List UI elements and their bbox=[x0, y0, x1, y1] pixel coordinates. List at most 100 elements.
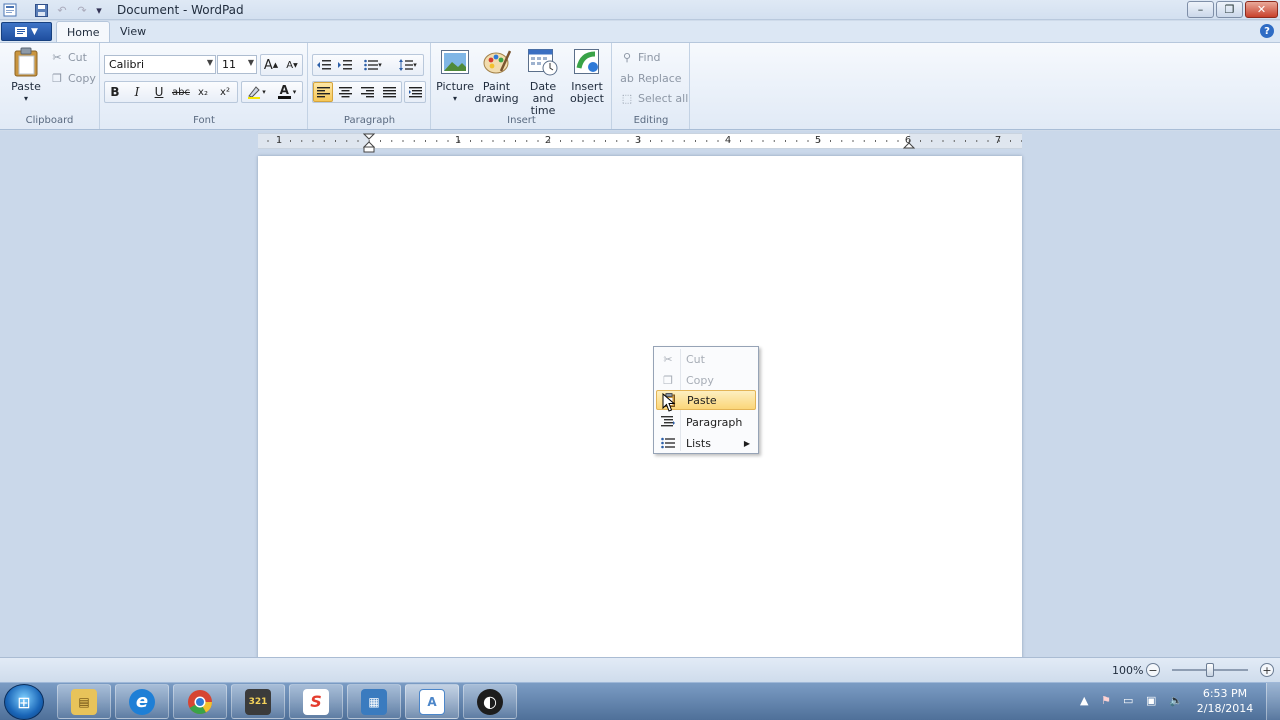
taskbar-video-app[interactable]: 321 bbox=[231, 684, 285, 719]
taskbar: ⊞ ▤ e 321 S ▦ A ◐ ▲ ⚑ ▭ ▣ 🔈 6:53 PM 2/18… bbox=[0, 682, 1280, 720]
highlight-color-button[interactable]: ▾ bbox=[242, 82, 270, 102]
superscript-button[interactable]: x² bbox=[215, 82, 235, 102]
grow-font-button[interactable]: A ▲ bbox=[261, 55, 281, 75]
strikethrough-button[interactable]: abc bbox=[171, 82, 191, 102]
font-color-icon: A bbox=[277, 83, 291, 99]
network-icon[interactable]: ▣ bbox=[1146, 694, 1156, 707]
minimize-button[interactable]: – bbox=[1187, 1, 1214, 18]
taskbar-screen-recorder[interactable]: S bbox=[289, 684, 343, 719]
ruler-number: 3 bbox=[634, 135, 642, 146]
chevron-down-icon: ▾ bbox=[292, 88, 297, 96]
paint-palette-icon bbox=[482, 47, 512, 77]
picture-label: Picture bbox=[436, 80, 474, 93]
ruler[interactable]: 1 1 2 3 4 5 6 7 bbox=[258, 133, 1022, 153]
context-menu-lists[interactable]: Lists ▶ bbox=[656, 433, 756, 453]
chevron-down-icon: ▾ bbox=[262, 88, 266, 96]
font-size-value: 11 bbox=[222, 58, 236, 71]
taskbar-chrome[interactable] bbox=[173, 684, 227, 719]
bullets-button[interactable]: ▾ bbox=[358, 55, 388, 75]
copy-icon: ❐ bbox=[52, 71, 62, 85]
font-color-button[interactable]: A ▾ bbox=[272, 82, 302, 102]
wordpad-icon: A bbox=[419, 688, 445, 715]
zoom-out-button[interactable]: − bbox=[1146, 663, 1160, 677]
replace-icon: ab bbox=[620, 71, 634, 85]
document-menu-icon bbox=[15, 26, 28, 37]
redo-icon[interactable]: ↷ bbox=[74, 2, 90, 18]
taskbar-explorer[interactable]: ▤ bbox=[57, 684, 111, 719]
chevron-down-icon: ▾ bbox=[23, 94, 28, 103]
show-hidden-icons-icon[interactable]: ▲ bbox=[1080, 694, 1088, 707]
font-size-select[interactable]: 11 ▼ bbox=[217, 55, 257, 74]
paragraph-dialog-icon[interactable] bbox=[405, 82, 425, 102]
customize-dropdown-icon[interactable]: ▾ bbox=[91, 2, 107, 18]
date-time-button[interactable]: Date and time bbox=[519, 47, 567, 117]
window-title: Document - WordPad bbox=[117, 3, 244, 17]
copy-button[interactable]: ❐ Copy bbox=[50, 71, 96, 85]
zoom-in-button[interactable]: + bbox=[1260, 663, 1274, 677]
font-family-select[interactable]: Calibri ▼ bbox=[104, 55, 216, 74]
context-menu-label: Paste bbox=[687, 393, 717, 407]
insert-object-button[interactable]: Insert object bbox=[567, 47, 607, 105]
ribbon: Paste ▾ ✂ Cut ❐ Copy Clipboard Calibri ▼… bbox=[0, 42, 1280, 130]
calendar-clock-icon bbox=[528, 47, 558, 77]
show-desktop-button[interactable] bbox=[1266, 683, 1280, 720]
subscript-button[interactable]: x₂ bbox=[193, 82, 213, 102]
chevron-down-icon: ▼ bbox=[247, 58, 254, 67]
app-menu-button[interactable]: ▼ bbox=[1, 22, 52, 41]
align-left-icon[interactable] bbox=[313, 82, 333, 102]
align-center-icon[interactable] bbox=[335, 82, 355, 102]
help-icon[interactable]: ? bbox=[1260, 24, 1274, 38]
cut-button[interactable]: ✂ Cut bbox=[50, 50, 87, 64]
decrease-indent-icon[interactable] bbox=[314, 55, 334, 75]
right-indent-marker-icon[interactable] bbox=[903, 140, 915, 150]
paste-button[interactable]: Paste ▾ bbox=[8, 47, 44, 105]
paragraph-group-label: Paragraph bbox=[343, 115, 396, 126]
picture-icon bbox=[440, 47, 470, 77]
editing-group: ⚲ Find ab Replace ⬚ Select all Editing bbox=[613, 43, 690, 129]
increase-indent-icon[interactable] bbox=[335, 55, 355, 75]
system-clock[interactable]: 6:53 PM 2/18/2014 bbox=[1192, 686, 1258, 716]
close-button[interactable]: ✕ bbox=[1245, 1, 1278, 18]
tab-home[interactable]: Home bbox=[56, 21, 111, 43]
ie-icon: e bbox=[129, 688, 155, 715]
select-all-label: Select all bbox=[638, 91, 689, 105]
bold-button[interactable]: B bbox=[105, 82, 125, 102]
tab-view[interactable]: View bbox=[110, 21, 156, 43]
ruler-number: 1 bbox=[275, 135, 283, 146]
taskbar-ie[interactable]: e bbox=[115, 684, 169, 719]
insert-object-label-2: object bbox=[570, 92, 604, 105]
align-right-icon[interactable] bbox=[357, 82, 377, 102]
paint-drawing-button[interactable]: Paint drawing bbox=[474, 47, 519, 105]
undo-icon[interactable]: ↶ bbox=[54, 2, 70, 18]
action-center-icon[interactable]: ⚑ bbox=[1101, 694, 1111, 707]
highlighter-icon bbox=[248, 86, 261, 99]
context-menu-label: Paragraph bbox=[686, 415, 743, 429]
start-button[interactable]: ⊞ bbox=[4, 684, 44, 720]
document-page[interactable] bbox=[258, 156, 1022, 657]
context-menu-paragraph[interactable]: Paragraph bbox=[656, 412, 756, 432]
italic-button[interactable]: I bbox=[127, 82, 147, 102]
picture-button[interactable]: Picture ▾ bbox=[436, 47, 474, 105]
justify-icon[interactable] bbox=[379, 82, 399, 102]
taskbar-control-panel[interactable]: ▦ bbox=[347, 684, 401, 719]
volume-icon[interactable]: 🔈 bbox=[1169, 694, 1183, 707]
shrink-font-button[interactable]: A ▼ bbox=[282, 55, 302, 75]
select-all-icon: ⬚ bbox=[621, 91, 633, 105]
line-spacing-icon bbox=[399, 59, 414, 71]
save-icon[interactable] bbox=[33, 2, 49, 18]
power-icon[interactable]: ▭ bbox=[1123, 694, 1133, 707]
replace-button[interactable]: ab Replace bbox=[620, 71, 681, 85]
taskbar-wordpad[interactable]: A bbox=[405, 684, 459, 719]
app-icon[interactable] bbox=[2, 2, 18, 18]
context-menu-cut[interactable]: ✂ Cut bbox=[656, 349, 756, 369]
select-all-button[interactable]: ⬚ Select all bbox=[620, 91, 689, 105]
context-menu-copy[interactable]: ❐ Copy bbox=[656, 370, 756, 390]
indent-marker-icon[interactable] bbox=[363, 133, 375, 153]
line-spacing-button[interactable]: ▾ bbox=[393, 55, 423, 75]
taskbar-obs[interactable]: ◐ bbox=[463, 684, 517, 719]
find-button[interactable]: ⚲ Find bbox=[620, 50, 661, 64]
maximize-button[interactable]: ❐ bbox=[1216, 1, 1243, 18]
underline-button[interactable]: U bbox=[149, 82, 169, 102]
editing-group-label: Editing bbox=[633, 115, 669, 126]
zoom-slider-thumb[interactable] bbox=[1206, 663, 1214, 677]
